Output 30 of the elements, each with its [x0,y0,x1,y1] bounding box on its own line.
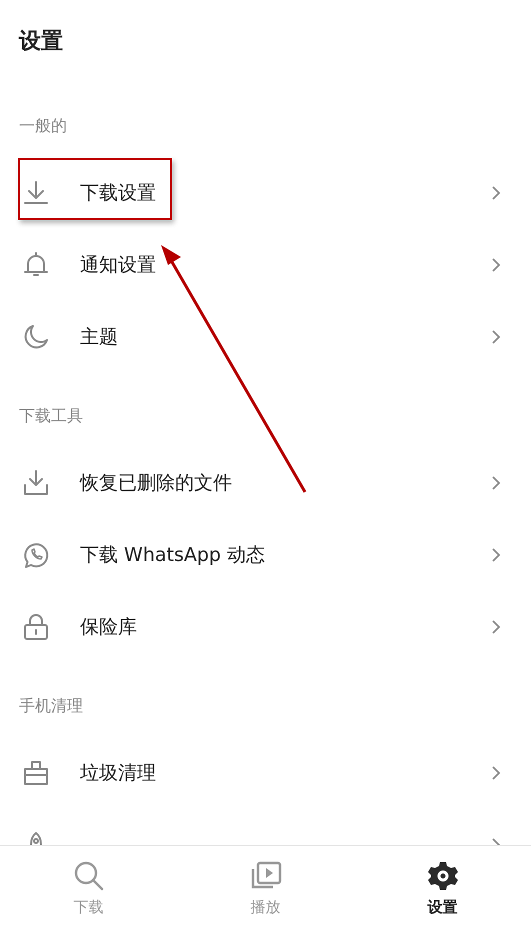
chevron-icon [491,475,501,491]
chevron-icon [491,257,501,273]
settings-item[interactable]: 恢复已删除的文件 [0,447,531,519]
chevron-icon [491,185,501,201]
settings-item[interactable]: 垃圾清理 [0,737,531,809]
settings-icon [428,862,458,890]
moon-icon [24,325,48,348]
download-tray-icon [24,470,48,495]
settings-item[interactable]: 主题 [0,301,531,373]
page-title: 设置 [18,28,64,56]
nav-tab[interactable]: 设置 [354,846,531,927]
chevron-icon [491,329,501,345]
video-stack-icon [251,862,281,888]
settings-item[interactable]: 保险库 [0,591,531,663]
section-label: 一般的 [19,116,67,137]
section-label: 手机清理 [19,696,83,717]
search-icon [74,862,103,890]
rocket-icon [30,832,42,845]
chevron-icon [491,765,501,781]
settings-item[interactable]: 下载 WhatsApp 动态 [0,519,531,591]
bin-icon [24,761,48,785]
download-icon [24,181,48,204]
chevron-icon [491,547,501,563]
bell-icon [24,252,48,276]
section-label: 下载工具 [19,406,83,427]
settings-item[interactable]: 通知设置 [0,229,531,301]
phone-chat-icon [24,543,48,568]
settings-item[interactable]: 下载设置 [0,157,531,229]
chevron-icon [491,619,501,635]
lock-icon [24,614,48,640]
